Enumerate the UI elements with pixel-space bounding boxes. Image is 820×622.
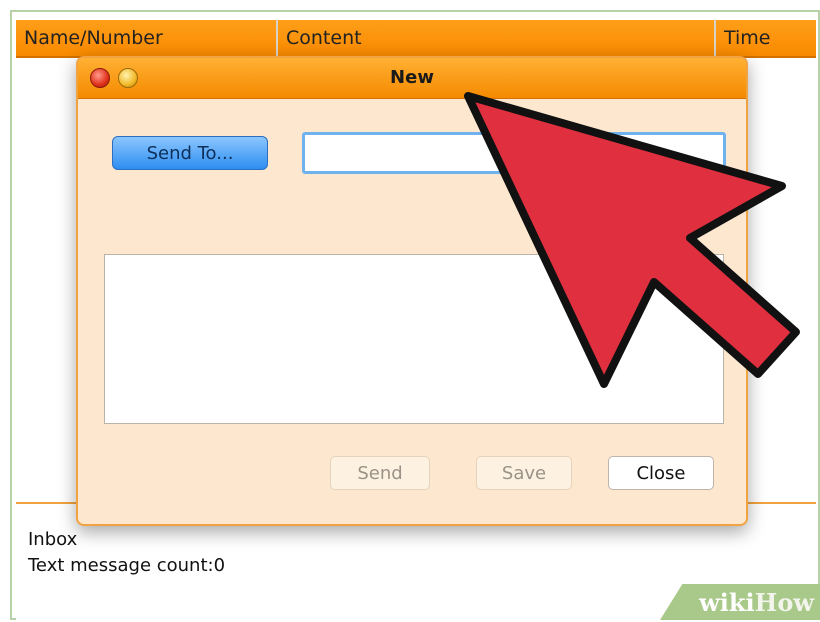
message-table-header: Name/Number Content Time: [16, 20, 816, 58]
close-button[interactable]: Close: [608, 456, 714, 490]
watermark-how: How: [754, 587, 814, 617]
column-time[interactable]: Time: [716, 20, 816, 56]
column-content[interactable]: Content: [278, 20, 716, 56]
dialog-titlebar[interactable]: New: [78, 58, 746, 99]
message-textarea[interactable]: [104, 254, 724, 424]
new-message-dialog: New Send To... Send Save Close: [76, 56, 748, 526]
send-button[interactable]: Send: [330, 456, 430, 490]
recipient-input[interactable]: [302, 132, 726, 174]
dialog-title: New: [390, 67, 434, 88]
folder-label: Inbox: [28, 529, 78, 550]
send-to-button[interactable]: Send To...: [112, 136, 268, 170]
save-button[interactable]: Save: [476, 456, 572, 490]
message-count-label: Text message count:0: [28, 555, 226, 576]
column-name-number[interactable]: Name/Number: [16, 20, 278, 56]
wikihow-watermark: wiki How: [660, 584, 820, 620]
watermark-wiki: wiki: [699, 587, 755, 617]
